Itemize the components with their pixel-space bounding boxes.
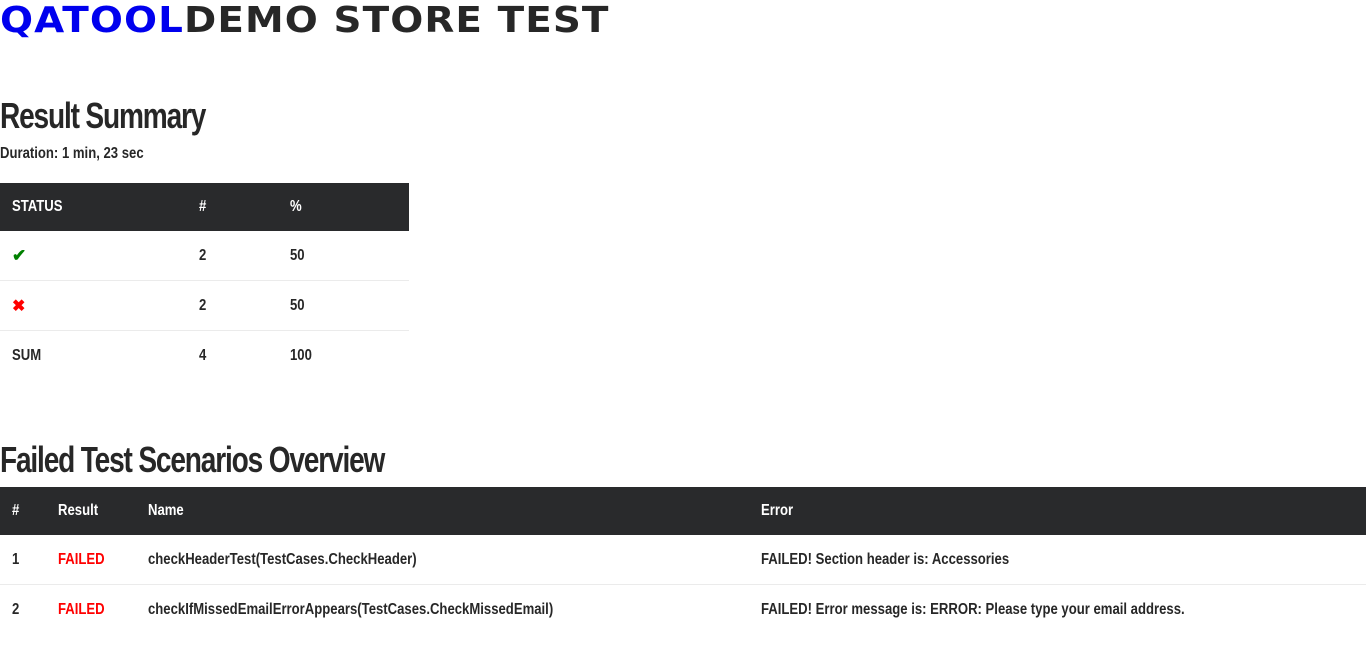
failed-table-header: # Result Name Error <box>0 487 1366 535</box>
passed-count: 2 <box>199 246 207 264</box>
report-page: QATOOLDEMO STORE TEST Result Summary Dur… <box>0 0 1366 647</box>
row-number: 1 <box>12 550 20 568</box>
failed-count: 2 <box>199 296 207 314</box>
failed-percent: 50 <box>290 296 305 314</box>
brand-main-text: DEMO STORE TEST <box>184 0 610 41</box>
col-count-header: # <box>199 198 207 215</box>
cross-icon: ✖ <box>12 297 26 315</box>
sum-label: SUM <box>12 346 42 364</box>
col-error-header: Error <box>761 502 794 519</box>
check-icon: ✔ <box>12 245 27 265</box>
brand-accent-text: QATOOL <box>0 0 185 41</box>
col-status-header: STATUS <box>12 198 63 215</box>
brand-title: QATOOLDEMO STORE TEST <box>0 0 610 44</box>
summary-row-failed: ✖ 2 50 <box>0 281 409 331</box>
row-number: 2 <box>12 600 20 618</box>
table-row: 2 FAILED checkIfMissedEmailErrorAppears(… <box>0 585 1366 634</box>
result-summary-heading: Result Summary <box>0 95 206 136</box>
summary-table-header: STATUS # % <box>0 183 409 231</box>
duration-text: Duration: 1 min, 23 sec <box>0 145 144 162</box>
sum-percent: 100 <box>290 346 312 364</box>
sum-count: 4 <box>199 346 207 364</box>
col-name-header: Name <box>148 502 184 519</box>
col-percent-header: % <box>290 198 302 215</box>
error-message: FAILED! Error message is: ERROR: Please … <box>761 600 1185 618</box>
summary-row-passed: ✔ 2 50 <box>0 231 409 281</box>
table-row: 1 FAILED checkHeaderTest(TestCases.Check… <box>0 535 1366 585</box>
passed-percent: 50 <box>290 246 305 264</box>
result-badge: FAILED <box>58 600 105 618</box>
test-name: checkHeaderTest(TestCases.CheckHeader) <box>148 550 417 568</box>
test-name: checkIfMissedEmailErrorAppears(TestCases… <box>148 600 554 618</box>
failed-scenarios-heading: Failed Test Scenarios Overview <box>0 439 385 480</box>
col-result-header: Result <box>58 502 99 519</box>
col-num-header: # <box>12 502 20 519</box>
result-badge: FAILED <box>58 550 105 568</box>
summary-row-sum: SUM 4 100 <box>0 331 409 380</box>
error-message: FAILED! Section header is: Accessories <box>761 550 1010 568</box>
